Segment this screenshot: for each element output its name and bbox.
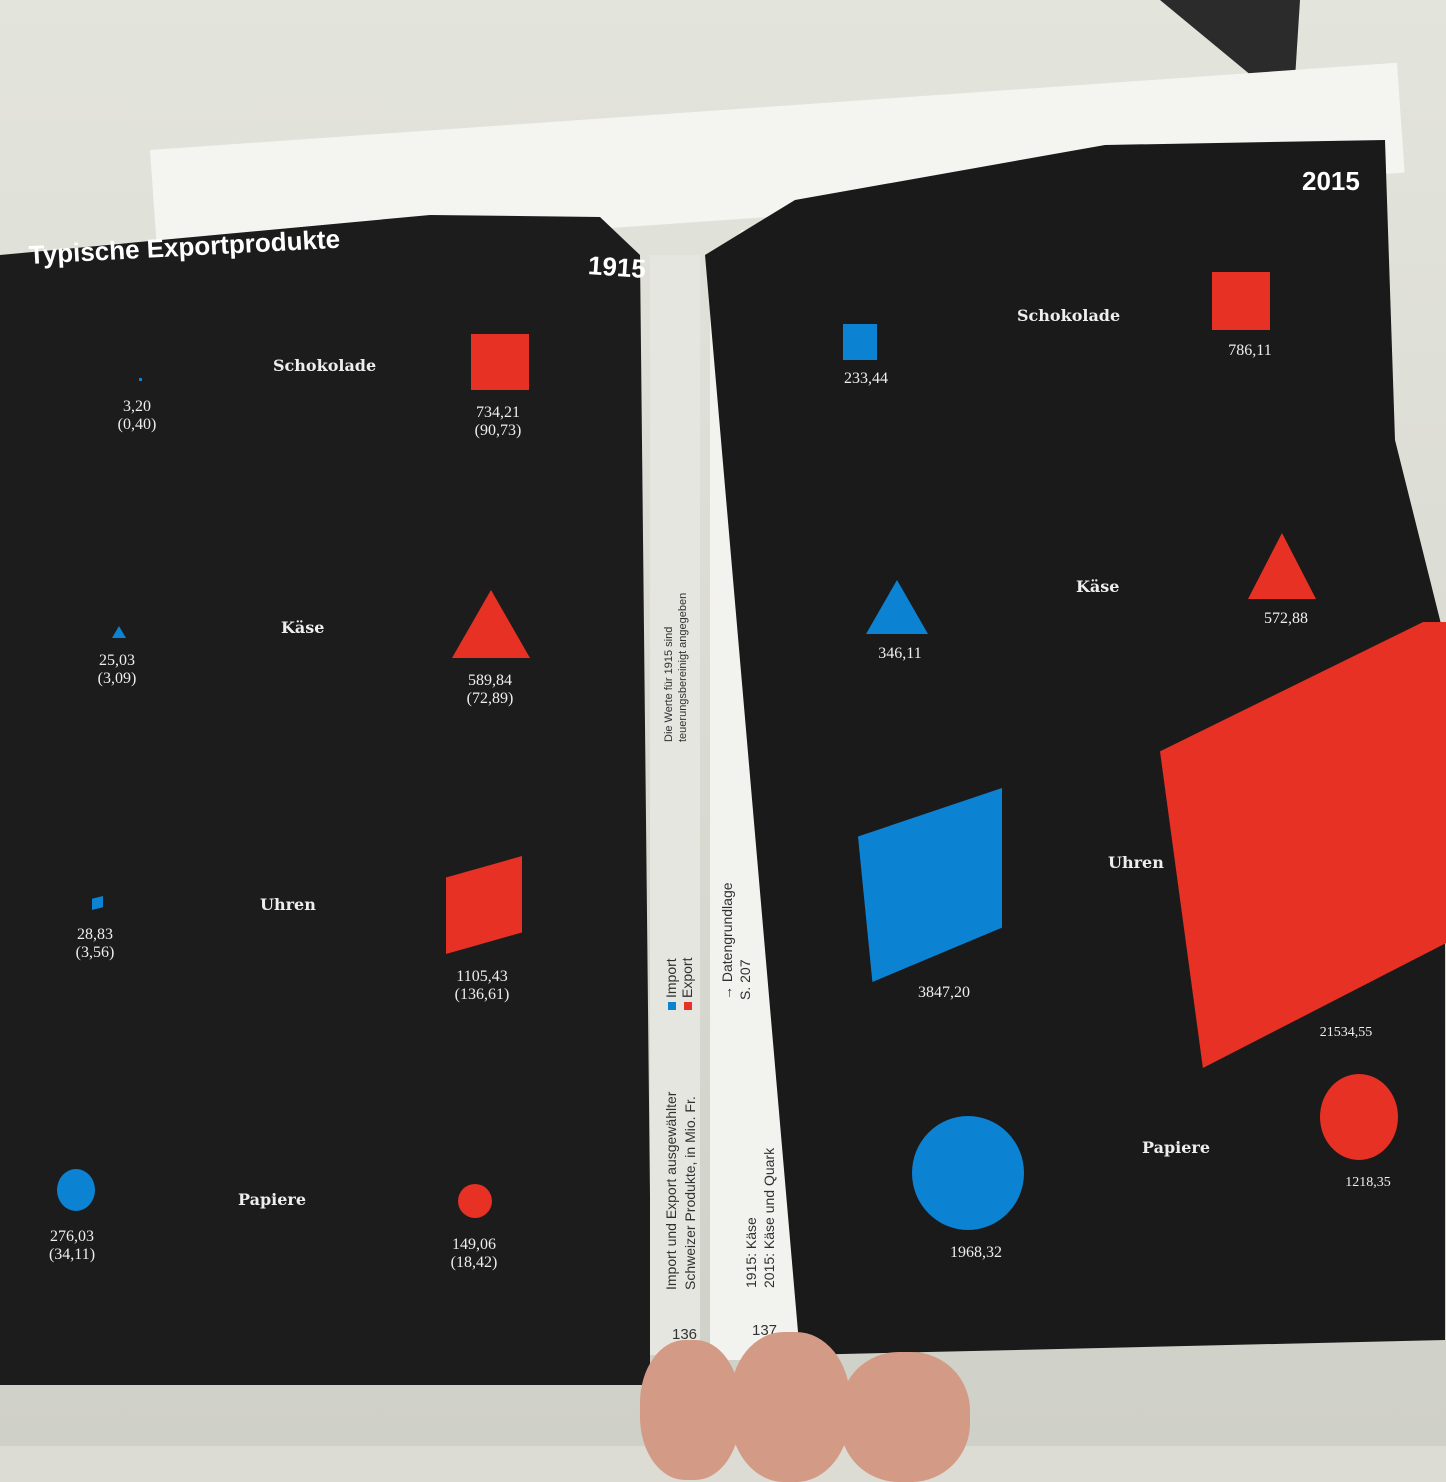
export-square-schokolade-2015 <box>1212 272 1270 330</box>
export-value-uhren-1915: 1105,43 (136,61) <box>454 968 510 1003</box>
import-value-uhren-2015: 3847,20 <box>918 984 970 1001</box>
label-schokolade-2015: Schokolade <box>1017 306 1121 325</box>
export-value-schokolade-1915: 734,21 (90,73) <box>474 404 522 439</box>
import-circle-papiere-2015 <box>912 1116 1024 1230</box>
source-line1: → Datengrundlage <box>719 882 735 1000</box>
export-value-papiere-2015: 1218,35 <box>1345 1175 1391 1190</box>
export-value-uhren-2015: 21534,55 <box>1319 1025 1373 1040</box>
note-line2: teuerungsbereinigt angegeben <box>677 592 689 742</box>
label-kaese-2015: Käse <box>1076 577 1120 596</box>
legend-export: Export <box>678 958 696 1010</box>
label-schokolade-1915: Schokolade <box>273 356 377 375</box>
export-value-schokolade-2015: 786,11 <box>1228 342 1272 359</box>
source-line2: S. 207 <box>737 959 753 1000</box>
export-circle-papiere-2015 <box>1320 1074 1398 1160</box>
legend-import-swatch <box>668 1002 676 1010</box>
label-uhren-1915: Uhren <box>260 895 316 914</box>
finger-2 <box>730 1332 850 1482</box>
export-circle-papiere-1915 <box>458 1184 492 1218</box>
export-value-kaese-2015: 572,88 <box>1264 610 1308 627</box>
label-kaese-1915: Käse <box>281 618 325 637</box>
label-papiere-1915: Papiere <box>238 1190 307 1209</box>
import-circle-papiere-1915 <box>57 1169 95 1211</box>
export-value-kaese-1915: 589,84 (72,89) <box>466 672 514 707</box>
legend-export-swatch <box>684 1002 692 1010</box>
finger-1 <box>640 1340 740 1480</box>
import-value-uhren-1915: 28,83 (3,56) <box>75 926 115 961</box>
year-2015: 2015 <box>1302 166 1360 196</box>
footnote-line1: 1915: Käse <box>743 1217 759 1288</box>
import-value-kaese-1915: 25,03 (3,09) <box>97 652 137 687</box>
import-value-papiere-1915: 276,03 (34,11) <box>48 1228 96 1263</box>
finger-3 <box>840 1352 970 1482</box>
export-square-schokolade-1915 <box>471 334 529 390</box>
label-papiere-2015: Papiere <box>1142 1138 1211 1157</box>
import-square-schokolade-2015 <box>843 324 877 360</box>
footnote-line2: 2015: Käse und Quark <box>761 1147 777 1288</box>
import-value-schokolade-1915: 3,20 (0,40) <box>117 398 157 433</box>
import-value-papiere-2015: 1968,32 <box>950 1244 1002 1261</box>
caption-line2: Schweizer Produkte, in Mio. Fr. <box>682 1096 698 1290</box>
import-value-kaese-2015: 346,11 <box>878 645 922 662</box>
import-square-schokolade-1915 <box>139 378 142 381</box>
caption-line1: Import und Export ausgewählter <box>663 1091 679 1290</box>
label-uhren-2015: Uhren <box>1108 853 1164 872</box>
year-1915: 1915 <box>587 250 647 284</box>
left-page <box>0 215 650 1385</box>
import-value-schokolade-2015: 233,44 <box>844 370 888 387</box>
export-value-papiere-1915: 149,06 (18,42) <box>450 1236 498 1271</box>
